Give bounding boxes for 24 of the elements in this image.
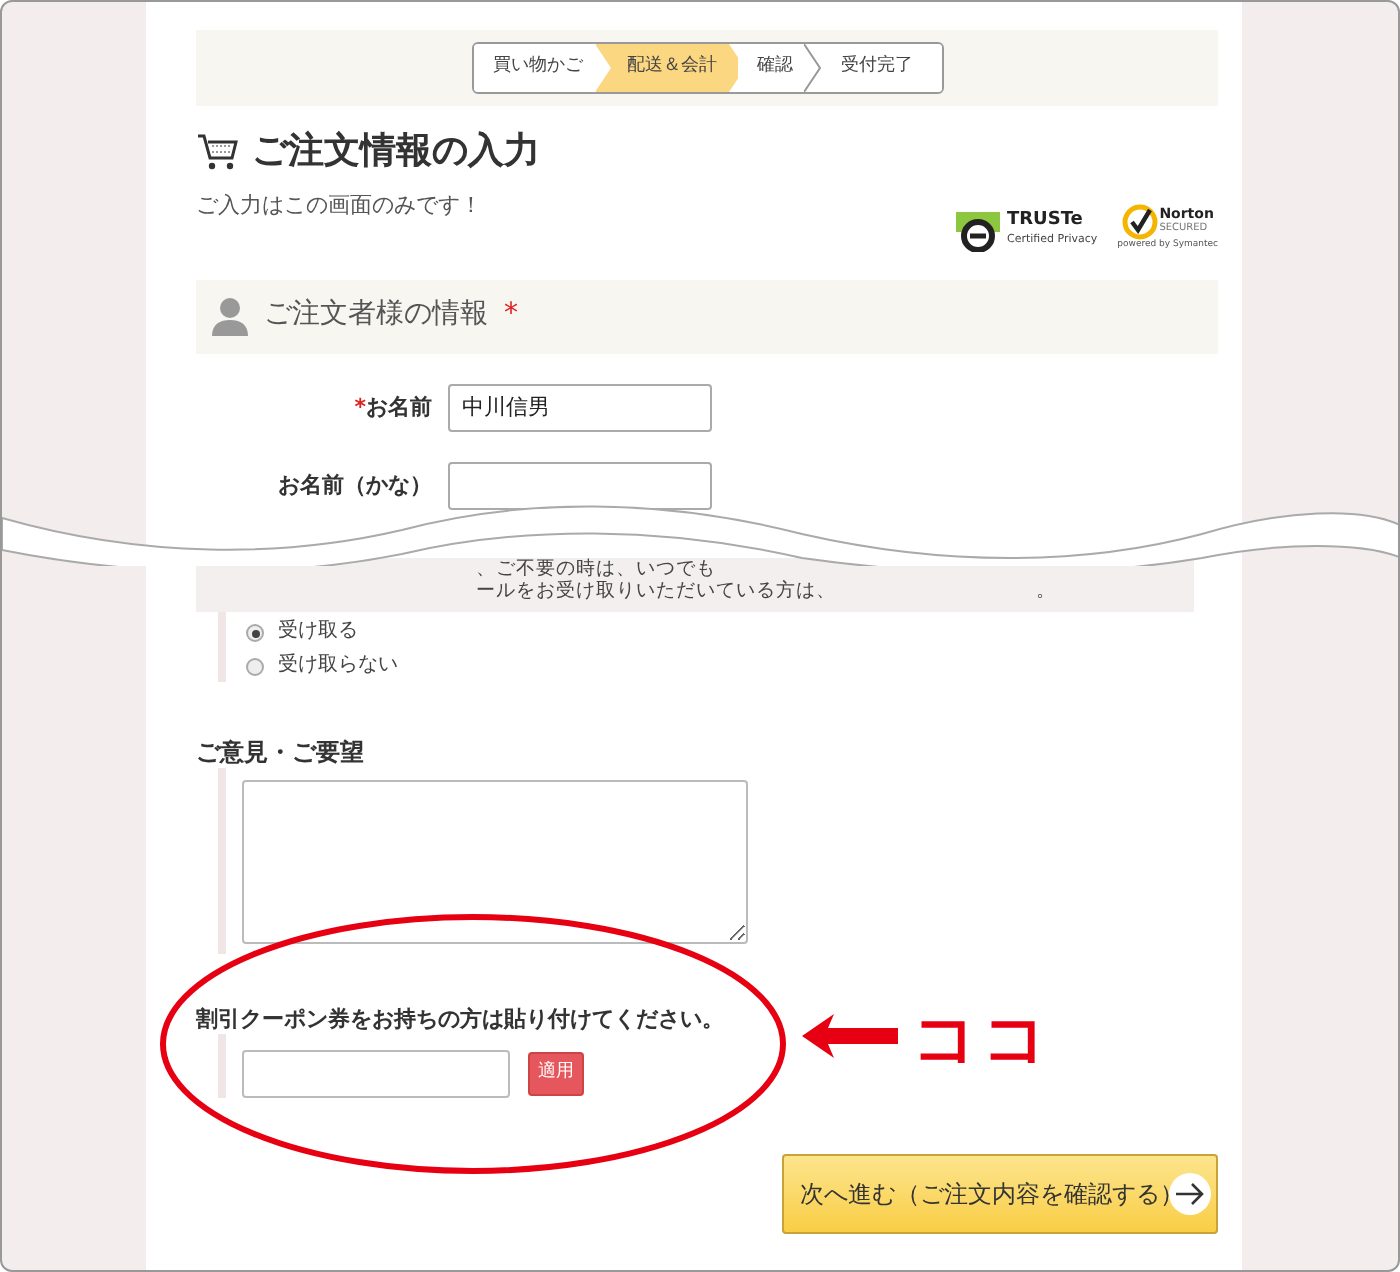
radio-option[interactable]: 受け取らない: [246, 653, 1218, 679]
apply-button[interactable]: 適用: [528, 1052, 584, 1096]
radio-option[interactable]: 受け取る: [246, 620, 1218, 646]
field-label: *お名前: [352, 393, 434, 421]
annotation-text: ココ: [912, 998, 1052, 1080]
notice-fragment: ールをお受け取りいただいている方は、: [476, 580, 836, 605]
section-title: ご注文者様の情報: [264, 298, 488, 334]
field-label: お名前（かな）: [276, 471, 434, 499]
checkout-step: 確認: [737, 44, 821, 92]
comments-field[interactable]: [242, 780, 748, 945]
notice-text: ご入力はこの画面のみです！: [196, 191, 482, 219]
required-mark: *: [504, 298, 518, 334]
pointer-arrow: [802, 1014, 898, 1058]
coupon-field[interactable]: [242, 1050, 510, 1098]
comments-label: ご意見・ご要望: [196, 738, 366, 769]
coupon-label: 割引クーポン券をお持ちの方は貼り付けてください。: [196, 1006, 726, 1034]
page-title: ご注文情報の入力: [252, 130, 540, 175]
cart-icon: [196, 132, 240, 173]
notice-fragment: 。: [1036, 580, 1056, 605]
next-button[interactable]: 次へ進む（ご注文内容を確認する）: [782, 1154, 1218, 1234]
input-field[interactable]: 中川信男: [448, 383, 712, 431]
notice-fragment: 、ご不要の時は、いつでも: [476, 557, 718, 580]
input-field[interactable]: [448, 461, 712, 509]
person-icon: [212, 296, 248, 336]
